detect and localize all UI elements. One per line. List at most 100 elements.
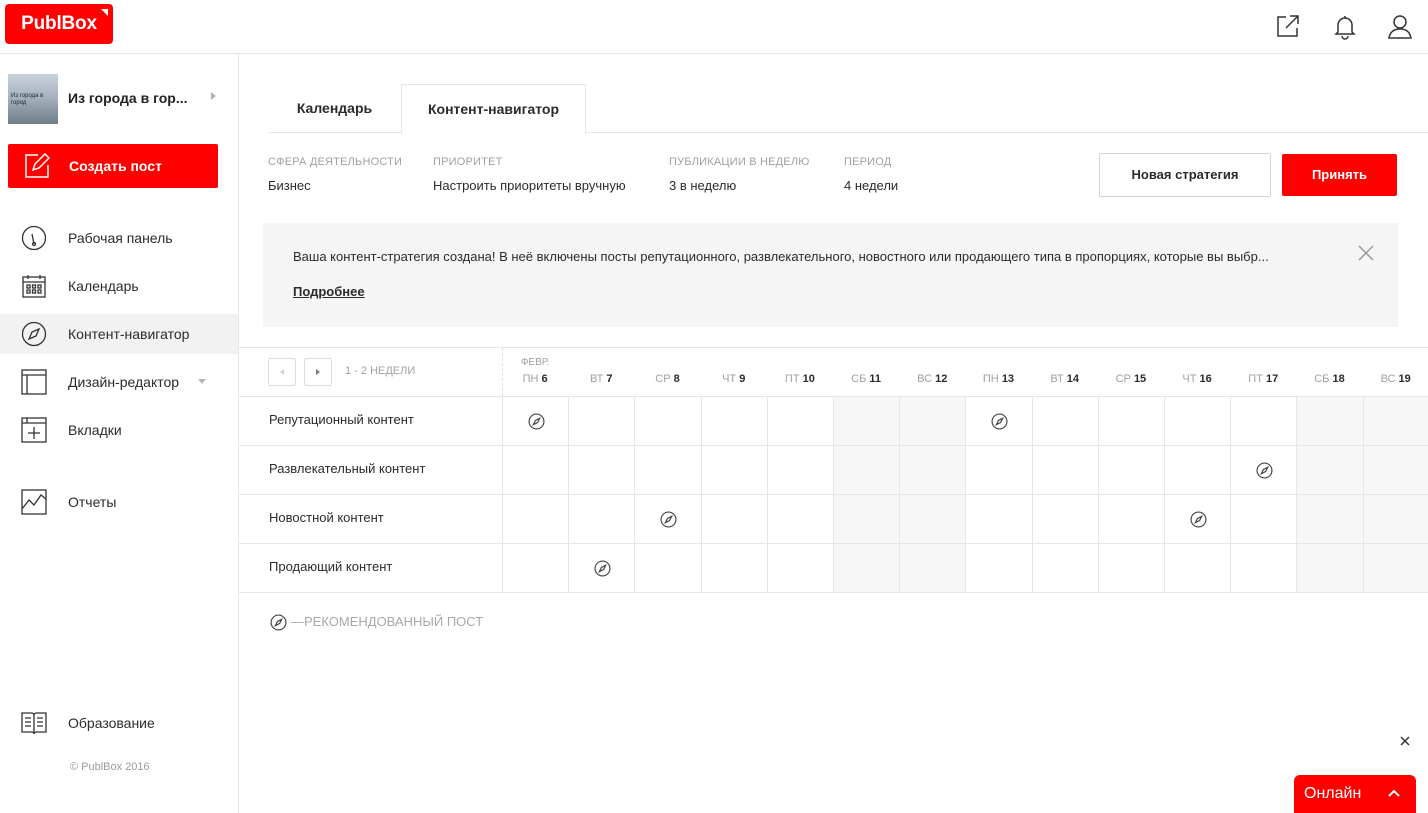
grid-cell[interactable]: [1031, 446, 1098, 494]
grid-cell[interactable]: [899, 495, 966, 543]
grid-cell[interactable]: [502, 495, 568, 543]
grid-cell[interactable]: [502, 446, 568, 494]
recommended-post-icon[interactable]: [528, 413, 545, 430]
grid-cell[interactable]: [1097, 446, 1164, 494]
grid-cell[interactable]: [1362, 544, 1428, 592]
grid-cell[interactable]: [1097, 544, 1164, 592]
grid-cell[interactable]: [1097, 397, 1164, 445]
sidebar-item-tabs[interactable]: Вкладки: [0, 410, 238, 450]
sidebar-item-dashboard[interactable]: Рабочая панель: [0, 218, 238, 258]
grid-cell[interactable]: [568, 544, 634, 592]
grid-cell[interactable]: [1230, 495, 1296, 543]
grid-cell[interactable]: [634, 544, 700, 592]
external-link-icon[interactable]: [1274, 12, 1302, 40]
grid-cell[interactable]: [1230, 544, 1296, 592]
tabs-icon: [21, 417, 47, 443]
grid-cell[interactable]: [1164, 446, 1230, 494]
logo-text: PublBox: [21, 13, 97, 34]
grid-cell[interactable]: [766, 495, 833, 543]
publbox-logo[interactable]: PublBox: [5, 4, 113, 44]
sidebar-item-reports[interactable]: Отчеты: [0, 482, 238, 522]
pager-label: 1 - 2 НЕДЕЛИ: [345, 365, 416, 377]
project-selector[interactable]: Из города в город Из города в гор...: [8, 74, 230, 124]
grid-cell[interactable]: [833, 446, 900, 494]
grid-cell[interactable]: [1296, 446, 1363, 494]
grid-cell[interactable]: [634, 446, 700, 494]
user-icon[interactable]: [1386, 12, 1414, 40]
sidebar-item-calendar[interactable]: Календарь: [0, 266, 238, 306]
grid-cell[interactable]: [766, 544, 833, 592]
close-icon[interactable]: [1356, 243, 1376, 263]
tab-calendar[interactable]: Календарь: [268, 84, 401, 133]
grid-cell[interactable]: [965, 495, 1031, 543]
sidebar-item-design-editor[interactable]: Дизайн-редактор: [0, 362, 238, 402]
accept-button[interactable]: Принять: [1282, 154, 1397, 196]
grid-cell[interactable]: [899, 397, 966, 445]
grid-cell[interactable]: [1296, 397, 1363, 445]
grid-cell[interactable]: [965, 397, 1031, 445]
param-posts-per-week[interactable]: ПУБЛИКАЦИИ В НЕДЕЛЮ 3 в неделю: [669, 156, 810, 193]
grid-cell[interactable]: [568, 446, 634, 494]
day-label: ПН 6: [502, 373, 568, 385]
sidebar-item-content-navigator[interactable]: Контент-навигатор: [0, 314, 238, 354]
bell-icon[interactable]: [1331, 12, 1359, 40]
grid-cell[interactable]: [1362, 446, 1428, 494]
day-header: СБ 18: [1296, 348, 1362, 396]
prev-week-button[interactable]: [268, 358, 296, 386]
day-of-week: ПН: [982, 373, 999, 385]
strategy-notice: Ваша контент-стратегия создана! В неё вк…: [263, 223, 1398, 327]
grid-cell[interactable]: [1230, 446, 1296, 494]
next-week-button[interactable]: [304, 358, 332, 386]
day-of-week: СР: [1115, 373, 1131, 385]
recommended-post-icon[interactable]: [991, 413, 1008, 430]
param-priority[interactable]: ПРИОРИТЕТ Настроить приоритеты вручную: [433, 156, 626, 193]
close-chat-icon[interactable]: [1399, 735, 1411, 747]
grid-cell[interactable]: [1362, 495, 1428, 543]
grid-cell[interactable]: [700, 446, 767, 494]
grid-cell[interactable]: [1230, 397, 1296, 445]
grid-cell[interactable]: [965, 544, 1031, 592]
grid-cell[interactable]: [700, 495, 767, 543]
grid-cell[interactable]: [568, 495, 634, 543]
recommended-post-icon[interactable]: [1256, 462, 1273, 479]
grid-cell[interactable]: [1164, 397, 1230, 445]
grid-cell[interactable]: [1031, 544, 1098, 592]
chevron-down-icon[interactable]: [198, 379, 206, 384]
grid-cell[interactable]: [1296, 495, 1363, 543]
more-link[interactable]: Подробнее: [293, 284, 365, 299]
grid-cell[interactable]: [568, 397, 634, 445]
grid-cell[interactable]: [502, 397, 568, 445]
grid-cell[interactable]: [1031, 397, 1098, 445]
grid-cell[interactable]: [1362, 397, 1428, 445]
recommended-post-icon[interactable]: [594, 560, 611, 577]
sidebar-item-education[interactable]: Образование: [0, 703, 238, 743]
grid-cell[interactable]: [634, 397, 700, 445]
grid-cell[interactable]: [833, 544, 900, 592]
education-label: Образование: [68, 715, 155, 731]
grid-cell[interactable]: [899, 544, 966, 592]
grid-cell[interactable]: [502, 544, 568, 592]
grid-cell[interactable]: [766, 446, 833, 494]
new-strategy-button[interactable]: Новая стратегия: [1099, 153, 1271, 197]
grid-cell[interactable]: [634, 495, 700, 543]
grid-cell[interactable]: [766, 397, 833, 445]
grid-cell[interactable]: [1296, 544, 1363, 592]
grid-cell[interactable]: [833, 397, 900, 445]
grid-cell[interactable]: [1164, 544, 1230, 592]
recommended-post-icon[interactable]: [1190, 511, 1207, 528]
online-chat-button[interactable]: Онлайн: [1294, 775, 1416, 813]
param-sphere[interactable]: СФЕРА ДЕЯТЕЛЬНОСТИ Бизнес: [268, 156, 402, 193]
grid-cell[interactable]: [899, 446, 966, 494]
grid-cell[interactable]: [833, 495, 900, 543]
day-of-week: ВС: [917, 373, 933, 385]
tab-content-navigator[interactable]: Контент-навигатор: [401, 84, 586, 134]
grid-cell[interactable]: [700, 397, 767, 445]
grid-cell[interactable]: [700, 544, 767, 592]
grid-cell[interactable]: [965, 446, 1031, 494]
param-period[interactable]: ПЕРИОД 4 недели: [844, 156, 898, 193]
grid-cell[interactable]: [1097, 495, 1164, 543]
create-post-button[interactable]: Создать пост: [8, 144, 218, 188]
recommended-post-icon[interactable]: [660, 511, 677, 528]
grid-cell[interactable]: [1164, 495, 1230, 543]
grid-cell[interactable]: [1031, 495, 1098, 543]
